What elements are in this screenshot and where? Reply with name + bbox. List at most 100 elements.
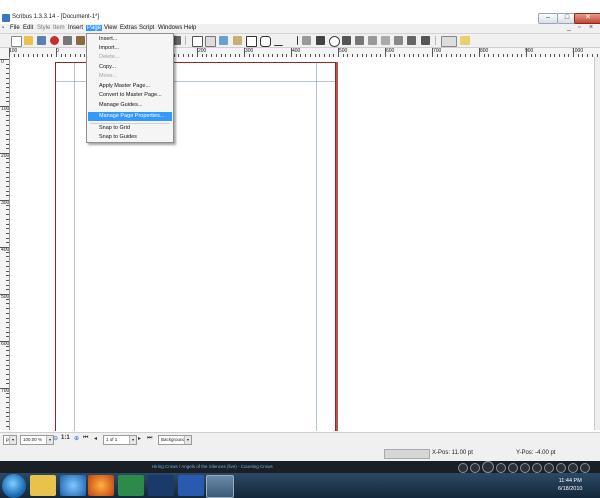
app-g-icon[interactable] [118,475,144,496]
menu-item-convert-to-master-page[interactable]: Convert to Master Page... [99,92,162,98]
open-folder-icon[interactable] [24,36,33,45]
page-select[interactable]: 1 of 1 ▾ [103,435,137,445]
zoom-in-icon[interactable]: ⊕ [74,435,79,442]
repeat-icon[interactable] [544,463,554,473]
ruler-tick [197,48,198,57]
menu-item-snap-to-guides[interactable]: Snap to Guides [99,134,137,140]
next-track-icon[interactable] [496,463,506,473]
ruler-tick [6,420,9,422]
firefox-icon[interactable] [88,475,114,496]
menu-edit[interactable]: Edit [23,25,33,31]
unlink-frames-icon[interactable] [381,36,390,45]
menu-item-manage-guides[interactable]: Manage Guides... [99,102,142,108]
menu-item[interactable]: Item [53,25,65,31]
preflight-icon[interactable] [76,36,85,45]
page-indicator: 1 of 1 [106,437,118,442]
polygon-icon[interactable] [260,36,271,47]
mute-icon[interactable] [508,463,518,473]
menu-item-copy[interactable]: Copy... [99,64,116,70]
internet-explorer-icon[interactable] [60,475,86,496]
table-icon[interactable] [233,36,242,45]
copy-properties-icon[interactable] [407,36,416,45]
mdi-restore-button[interactable]: ▫ [578,24,580,31]
zoom-actual-size-button[interactable]: 1:1 [61,435,70,441]
edit-text-icon[interactable] [355,36,364,45]
stop-icon[interactable] [458,463,468,473]
doc-menu-icon[interactable]: ▪ [2,25,4,31]
menu-item-apply-master-page[interactable]: Apply Master Page... [99,83,150,89]
ruler-tick [385,48,386,57]
zoom-magnifier-icon[interactable] [329,36,340,47]
freehand-icon[interactable] [302,36,311,45]
scribus-taskbar-icon[interactable] [206,475,234,498]
toolbar-separator [185,36,186,45]
link-frames-icon[interactable] [368,36,377,45]
explorer-folder-icon[interactable] [30,475,56,496]
menu-item-snap-to-grid[interactable]: Snap to Grid [99,125,130,131]
margin-guide [316,63,317,431]
ruler-tick [6,397,9,399]
player-restore-icon[interactable] [568,463,578,473]
volume-icon[interactable] [520,463,530,473]
pdf-push-button-icon[interactable] [441,36,457,47]
word-icon[interactable] [178,475,204,496]
image-frame-icon[interactable] [219,36,228,45]
edit-contents-icon[interactable] [342,36,351,45]
pdf-annotation-icon[interactable] [460,36,470,45]
menu-page[interactable]: Page [86,25,103,31]
zoom-input[interactable]: 100.00 % ▾ [20,435,54,445]
first-page-icon[interactable]: ⏮ [83,435,88,442]
ruler-tick [6,411,9,413]
next-page-icon[interactable]: ▸ [138,435,141,442]
layer-select[interactable]: Background ▾ [158,435,192,445]
print-icon[interactable] [63,36,72,45]
menu-style[interactable]: Style [37,25,50,31]
menu-script[interactable]: Script [139,25,154,31]
last-page-icon[interactable]: ⏭ [147,435,152,442]
menu-file[interactable]: File [10,25,20,31]
menu-item-insert[interactable]: Insert... [99,36,117,42]
menu-extras[interactable]: Extras [120,25,137,31]
margin-guide [74,63,75,431]
new-document-icon[interactable] [11,36,22,47]
mdi-close-button[interactable]: × [589,24,593,31]
vertical-scrollbar[interactable] [594,57,600,430]
shape-rectangle-icon[interactable] [246,36,257,47]
zoom-out-icon[interactable]: ⊖ [53,435,58,442]
ruler-tick [6,204,9,206]
eyedropper-icon[interactable] [421,36,430,45]
previous-track-icon[interactable] [470,463,480,473]
menu-help[interactable]: Help [184,25,196,31]
menu-item-manage-page-properties[interactable]: Manage Page Properties... [99,113,164,119]
bezier-icon[interactable] [288,36,298,45]
menu-view[interactable]: View [104,25,117,31]
close-button[interactable]: ✕ [574,13,600,24]
minimize-button[interactable]: – [538,13,558,24]
ruler-tick [6,232,9,234]
measure-icon[interactable] [394,36,403,45]
photoshop-icon[interactable] [148,475,174,496]
ruler-tick [6,331,9,333]
ruler-tick [6,115,9,117]
menu-item-import[interactable]: Import... [99,45,119,51]
mdi-minimize-button[interactable]: _ [567,24,571,31]
menu-insert[interactable]: Insert [68,25,83,31]
player-close-icon[interactable] [580,463,590,473]
player-menu-icon[interactable] [556,463,566,473]
rotate-icon[interactable] [316,36,325,45]
media-player-bar: Hiring Crows / Angels of the Silences (l… [0,461,600,473]
save-icon[interactable] [37,36,46,45]
text-frame-icon[interactable] [205,36,216,47]
ruler-tick [6,77,9,79]
shuffle-icon[interactable] [532,463,542,473]
unit-select[interactable]: pt ▾ [3,435,17,445]
toolbar-separator [435,36,436,45]
close-document-icon[interactable] [50,36,59,45]
line-icon[interactable] [274,36,283,46]
start-orb-icon[interactable] [2,474,26,498]
select-arrow-icon[interactable] [192,36,203,47]
vertical-ruler: 0 100 200 300 400 500 600 700 [0,57,10,430]
play-icon[interactable] [482,461,494,473]
menu-windows[interactable]: Windows [158,25,182,31]
previous-page-icon[interactable]: ◂ [94,435,97,442]
